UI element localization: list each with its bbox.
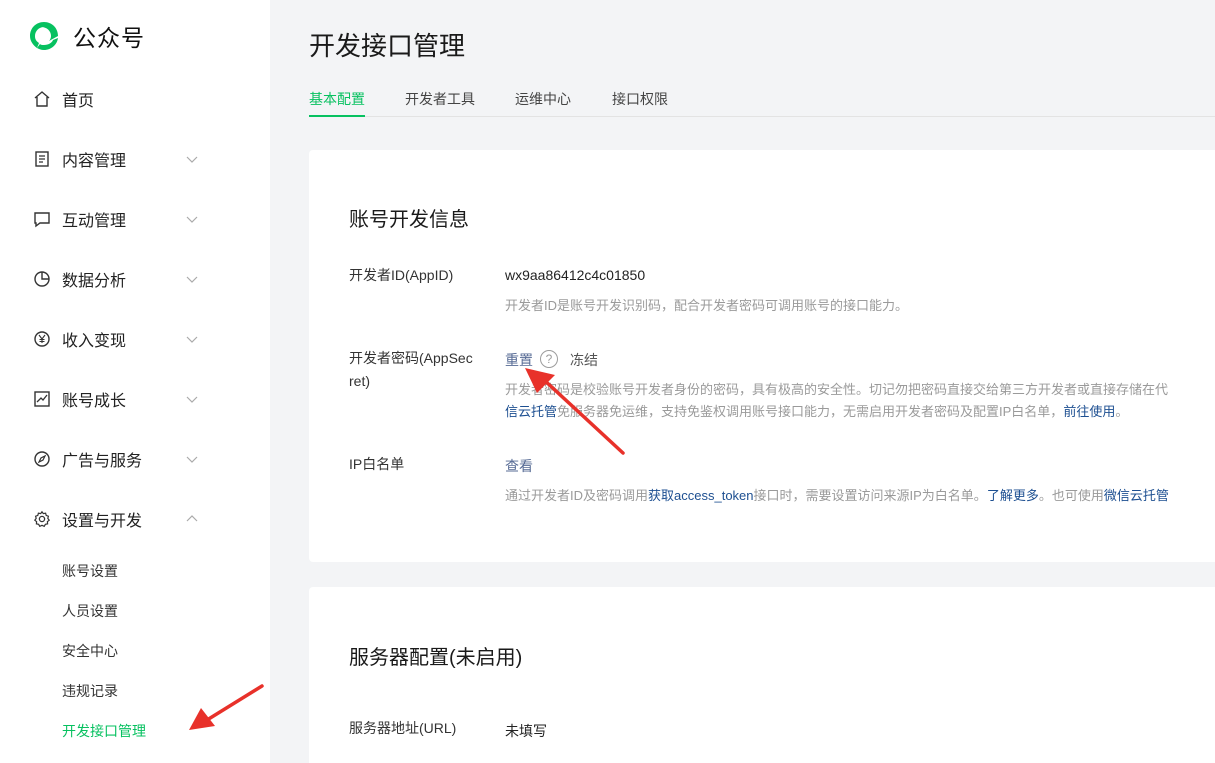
reset-secret-link[interactable]: 重置 bbox=[505, 350, 533, 370]
wechat-cloud-hosting-link[interactable]: 信云托管 bbox=[505, 404, 557, 419]
server-url-label: 服务器地址(URL) bbox=[349, 720, 457, 736]
wechat-official-logo-icon bbox=[30, 22, 58, 50]
learn-more-link[interactable]: 了解更多 bbox=[987, 488, 1039, 503]
chevron-down-icon bbox=[186, 396, 198, 403]
yen-icon bbox=[34, 331, 50, 347]
tab-interface-permissions[interactable]: 接口权限 bbox=[612, 88, 668, 117]
chevron-down-icon bbox=[186, 336, 198, 343]
nav-item-interaction[interactable]: 互动管理 bbox=[0, 199, 270, 239]
appid-label: 开发者ID(AppID) bbox=[349, 267, 454, 283]
appid-description: 开发者ID是账号开发识别码，配合开发者密码可调用账号的接口能力。 bbox=[505, 298, 909, 313]
account-info-card: 账号开发信息 开发者ID(AppID) wx9aa86412c4c01850 开… bbox=[309, 150, 1215, 562]
compass-icon bbox=[34, 451, 50, 467]
desc-text: 接口时，需要设置访问来源IP为白名单。 bbox=[753, 488, 987, 503]
nav-label: 广告与服务 bbox=[62, 453, 143, 470]
access-token-link[interactable]: 获取access_token bbox=[648, 488, 754, 503]
chevron-down-icon bbox=[186, 456, 198, 463]
tab-bar: 基本配置 开发者工具 运维中心 接口权限 bbox=[309, 88, 1215, 117]
tab-basic-config[interactable]: 基本配置 bbox=[309, 88, 365, 117]
subnav-violation-records[interactable]: 违规记录 bbox=[62, 679, 118, 703]
nav-item-settings-dev[interactable]: 设置与开发 bbox=[0, 499, 270, 539]
subnav-member-settings[interactable]: 人员设置 bbox=[62, 599, 118, 623]
nav-item-home[interactable]: 首页 bbox=[0, 79, 270, 119]
chevron-down-icon bbox=[186, 216, 198, 223]
section-title: 服务器配置(未启用) bbox=[349, 647, 523, 669]
trend-icon bbox=[34, 391, 50, 407]
nav-label: 收入变现 bbox=[62, 333, 127, 350]
freeze-secret-link[interactable]: 冻结 bbox=[570, 350, 598, 370]
nav-label: 数据分析 bbox=[62, 273, 127, 290]
subnav-dev-interface[interactable]: 开发接口管理 bbox=[62, 719, 146, 743]
nav-item-growth[interactable]: 账号成长 bbox=[0, 379, 270, 419]
chevron-down-icon bbox=[186, 156, 198, 163]
appsecret-description-line1: 开发者密码是校验账号开发者身份的密码，具有极高的安全性。切记勿把密码直接交给第三… bbox=[505, 382, 1169, 397]
nav-label: 账号成长 bbox=[62, 393, 127, 410]
server-config-card: 服务器配置(未启用) 服务器地址(URL) 未填写 bbox=[309, 587, 1215, 763]
sidebar: 公众号 首页 内容管理 互动管理 数据分析 收入变现 账号成长 广告与服务 设置… bbox=[0, 0, 270, 763]
ip-whitelist-description: 通过开发者ID及密码调用获取access_token接口时，需要设置访问来源IP… bbox=[505, 484, 1169, 507]
section-title: 账号开发信息 bbox=[349, 209, 469, 231]
chevron-up-icon bbox=[186, 515, 198, 522]
help-icon[interactable]: ? bbox=[540, 350, 558, 368]
nav-item-analytics[interactable]: 数据分析 bbox=[0, 259, 270, 299]
desc-text: 。 bbox=[1115, 404, 1129, 419]
appid-value: wx9aa86412c4c01850 bbox=[505, 267, 646, 283]
ip-whitelist-label: IP白名单 bbox=[349, 456, 405, 472]
subnav-security-center[interactable]: 安全中心 bbox=[62, 639, 118, 663]
nav-label: 内容管理 bbox=[62, 153, 127, 170]
chevron-down-icon bbox=[186, 276, 198, 283]
tab-ops-center[interactable]: 运维中心 bbox=[515, 88, 571, 117]
gear-icon bbox=[33, 510, 51, 528]
go-use-link[interactable]: 前往使用 bbox=[1063, 404, 1115, 419]
desc-text: 。也可使用 bbox=[1038, 488, 1104, 503]
nav-label: 设置与开发 bbox=[62, 513, 143, 530]
nav-item-monetization[interactable]: 收入变现 bbox=[0, 319, 270, 359]
brand-name: 公众号 bbox=[73, 25, 145, 51]
view-whitelist-link[interactable]: 查看 bbox=[505, 456, 533, 476]
nav-item-ads[interactable]: 广告与服务 bbox=[0, 439, 270, 479]
appsecret-description-line2: 信云托管免服务器免运维，支持免鉴权调用账号接口能力，无需启用开发者密码及配置IP… bbox=[505, 400, 1128, 423]
tab-developer-tools[interactable]: 开发者工具 bbox=[405, 88, 475, 117]
page-title: 开发接口管理 bbox=[309, 31, 466, 61]
desc-text: 通过开发者ID及密码调用 bbox=[505, 488, 649, 503]
chat-icon bbox=[34, 212, 50, 228]
wechat-cloud-hosting-link-2[interactable]: 微信云托管 bbox=[1104, 488, 1169, 503]
document-icon bbox=[35, 151, 49, 167]
server-url-value: 未填写 bbox=[505, 723, 547, 739]
appsecret-label-line2: ret) bbox=[349, 373, 370, 389]
nav-item-content[interactable]: 内容管理 bbox=[0, 139, 270, 179]
brand[interactable]: 公众号 bbox=[27, 18, 145, 54]
nav-label: 首页 bbox=[62, 93, 95, 110]
pie-chart-icon bbox=[34, 271, 50, 287]
nav-label: 互动管理 bbox=[62, 213, 127, 230]
appsecret-label-line1: 开发者密码(AppSec bbox=[349, 350, 473, 366]
home-icon bbox=[34, 91, 50, 107]
subnav-account-settings[interactable]: 账号设置 bbox=[62, 559, 118, 583]
desc-text: 免服务器免运维，支持免鉴权调用账号接口能力，无需启用开发者密码及配置IP白名单， bbox=[557, 404, 1064, 419]
